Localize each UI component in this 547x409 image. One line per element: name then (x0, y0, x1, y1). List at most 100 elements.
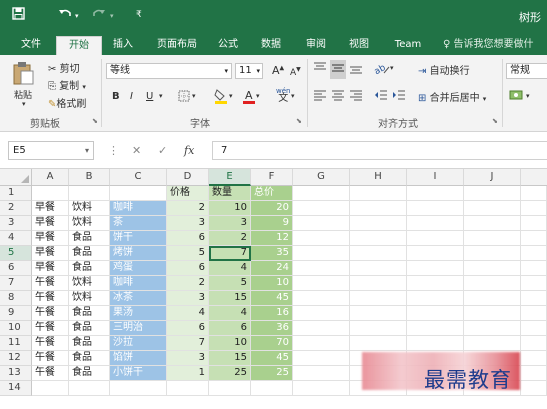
chevron-down-icon[interactable]: ▾ (192, 92, 196, 100)
border-icon[interactable] (178, 90, 190, 105)
cell-a5[interactable]: 早餐 (32, 246, 69, 261)
cell-g9[interactable] (293, 306, 350, 321)
cell-j10[interactable] (464, 321, 521, 336)
cell-c1[interactable] (110, 186, 167, 201)
cell-k7[interactable] (521, 276, 547, 291)
row-header[interactable]: 13 (0, 366, 32, 381)
cell-e14[interactable] (209, 381, 251, 396)
cell-h1[interactable] (350, 186, 407, 201)
cell-i3[interactable] (407, 216, 464, 231)
cell-j11[interactable] (464, 336, 521, 351)
row-header[interactable]: 2 (0, 201, 32, 216)
cell-b11[interactable]: 食品 (69, 336, 110, 351)
cell-d10[interactable]: 6 (167, 321, 209, 336)
cell-i5[interactable] (407, 246, 464, 261)
cell-c13[interactable]: 小饼干 (110, 366, 167, 381)
fill-color-icon[interactable] (214, 88, 228, 107)
align-top-icon[interactable] (313, 61, 327, 78)
cell-g13[interactable] (293, 366, 350, 381)
cell-b13[interactable]: 食品 (69, 366, 110, 381)
column-header-c[interactable]: C (110, 169, 167, 186)
cell-b10[interactable]: 食品 (69, 321, 110, 336)
cell-b8[interactable]: 饮料 (69, 291, 110, 306)
tab-file[interactable]: 文件 (14, 36, 48, 55)
cell-f6[interactable]: 24 (251, 261, 293, 276)
chevron-down-icon[interactable]: ▾ (390, 64, 394, 72)
cell-b9[interactable]: 食品 (69, 306, 110, 321)
cell-k3[interactable] (521, 216, 547, 231)
save-icon[interactable] (12, 7, 25, 24)
decrease-indent-icon[interactable] (374, 89, 388, 104)
merge-center-button[interactable]: ⊞ 合并后居中 ▾ (418, 89, 486, 104)
column-header-g[interactable]: G (293, 169, 350, 186)
tab-home[interactable]: 开始 (56, 36, 102, 55)
column-header-f[interactable]: F (251, 169, 293, 186)
cell-h4[interactable] (350, 231, 407, 246)
cell-c10[interactable]: 三明治 (110, 321, 167, 336)
active-cell[interactable]: 7 (209, 246, 251, 261)
cell-e7[interactable]: 5 (209, 276, 251, 291)
cell-a4[interactable]: 早餐 (32, 231, 69, 246)
tab-data[interactable]: 数据 (256, 36, 286, 55)
cell-k1[interactable] (521, 186, 547, 201)
tab-page-layout[interactable]: 页面布局 (150, 36, 204, 55)
cell-c9[interactable]: 果汤 (110, 306, 167, 321)
cell-f7[interactable]: 10 (251, 276, 293, 291)
cell-f1[interactable]: 总价 (251, 186, 293, 201)
cell-e11[interactable]: 10 (209, 336, 251, 351)
row-header[interactable]: 14 (0, 381, 32, 396)
cell-c2[interactable]: 咖啡 (110, 201, 167, 216)
cell-b1[interactable] (69, 186, 110, 201)
cell-g12[interactable] (293, 351, 350, 366)
currency-icon[interactable] (509, 89, 525, 106)
cut-button[interactable]: ✂ 剪切 (48, 60, 80, 75)
cell-i6[interactable] (407, 261, 464, 276)
cell-a2[interactable]: 早餐 (32, 201, 69, 216)
cell-f12[interactable]: 45 (251, 351, 293, 366)
cell-g11[interactable] (293, 336, 350, 351)
cell-g6[interactable] (293, 261, 350, 276)
cell-i1[interactable] (407, 186, 464, 201)
tab-review[interactable]: 审阅 (301, 36, 331, 55)
column-header-e[interactable]: E (209, 169, 251, 186)
orientation-icon[interactable]: ab (373, 61, 390, 78)
column-header-a[interactable]: A (32, 169, 69, 186)
row-header[interactable]: 3 (0, 216, 32, 231)
cell-c3[interactable]: 茶 (110, 216, 167, 231)
cell-g14[interactable] (293, 381, 350, 396)
cell-c12[interactable]: 馅饼 (110, 351, 167, 366)
format-painter-button[interactable]: ✎格式刷 (48, 95, 86, 110)
undo-icon[interactable] (58, 7, 72, 24)
cell-b5[interactable]: 食品 (69, 246, 110, 261)
cell-d4[interactable]: 6 (167, 231, 209, 246)
font-name-select[interactable]: 等线 ▾ (106, 63, 232, 79)
chevron-down-icon[interactable]: ▾ (256, 92, 260, 100)
cell-k11[interactable] (521, 336, 547, 351)
cell-d6[interactable]: 6 (167, 261, 209, 276)
cell-c14[interactable] (110, 381, 167, 396)
align-right-icon[interactable] (349, 89, 363, 104)
chevron-down-icon[interactable]: ▾ (75, 12, 79, 20)
align-middle-icon[interactable] (330, 60, 346, 79)
column-header-k[interactable] (521, 169, 547, 186)
row-header[interactable]: 9 (0, 306, 32, 321)
row-header[interactable]: 12 (0, 351, 32, 366)
chevron-down-icon[interactable]: ▾ (291, 92, 295, 100)
cell-h2[interactable] (350, 201, 407, 216)
cell-h9[interactable] (350, 306, 407, 321)
select-all-button[interactable] (0, 169, 32, 186)
cell-i11[interactable] (407, 336, 464, 351)
cell-f8[interactable]: 45 (251, 291, 293, 306)
cell-d1[interactable]: 价格 (167, 186, 209, 201)
redo-icon[interactable] (92, 7, 106, 24)
cell-k4[interactable] (521, 231, 547, 246)
cell-b12[interactable]: 食品 (69, 351, 110, 366)
cell-c4[interactable]: 饼干 (110, 231, 167, 246)
cell-c5[interactable]: 烤饼 (110, 246, 167, 261)
row-header[interactable]: 7 (0, 276, 32, 291)
copy-button[interactable]: ⎘ 复制 ▾ (48, 77, 86, 92)
cell-a13[interactable]: 午餐 (32, 366, 69, 381)
align-center-icon[interactable] (331, 89, 345, 104)
cell-h3[interactable] (350, 216, 407, 231)
increase-indent-icon[interactable] (392, 89, 406, 104)
